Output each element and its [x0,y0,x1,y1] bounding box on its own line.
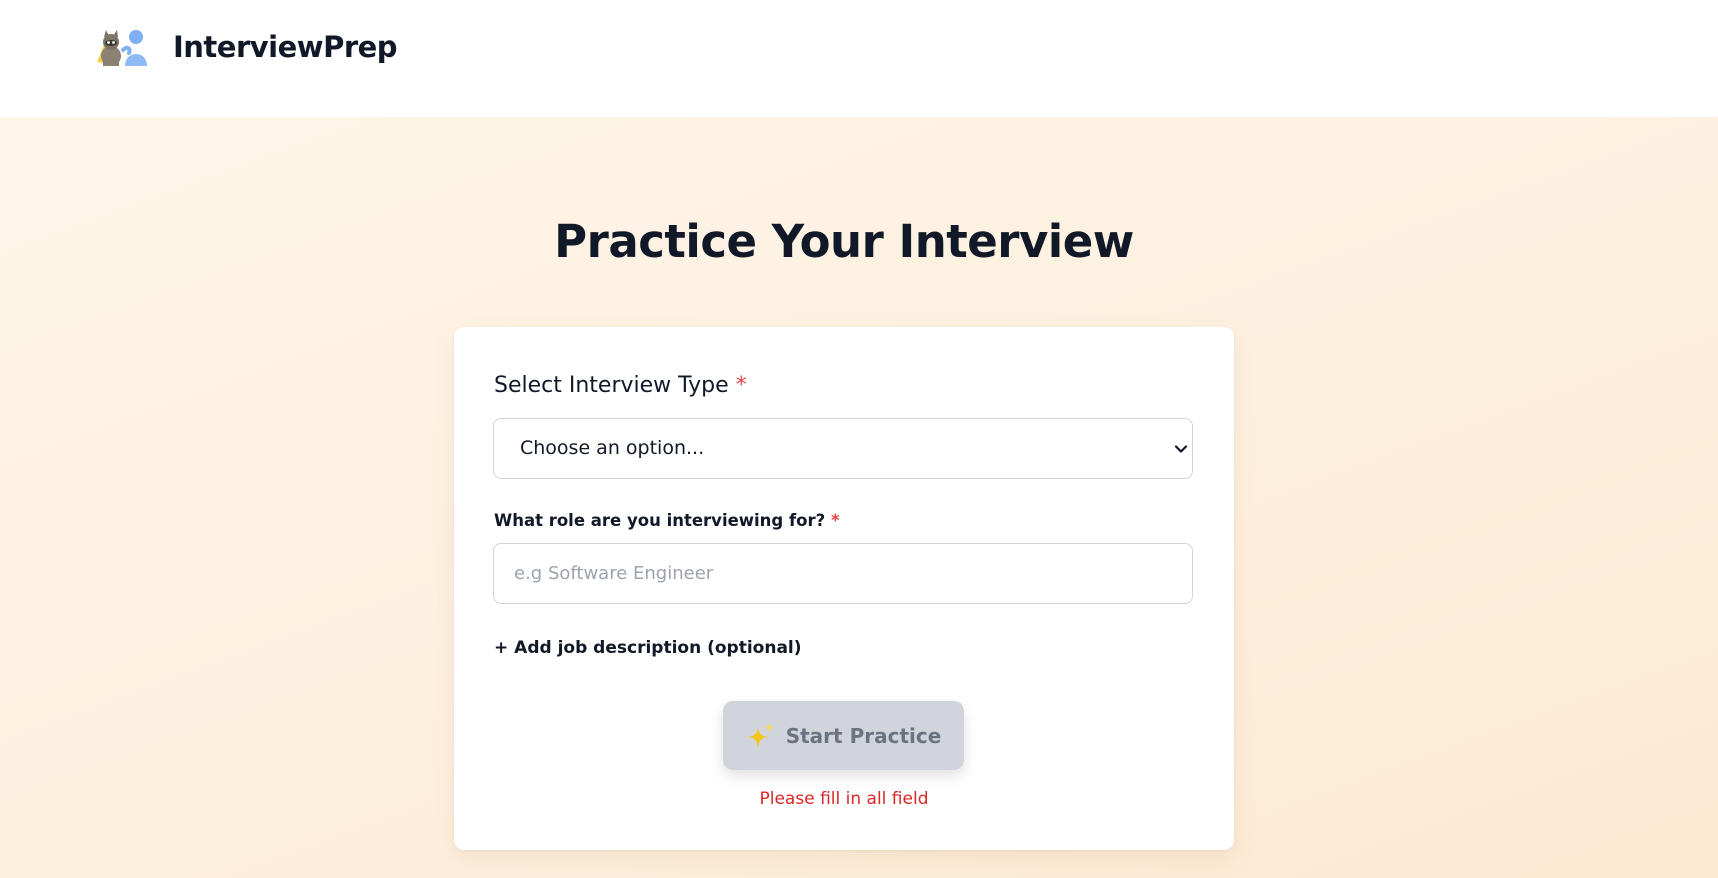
interview-type-label: Select Interview Type * [494,373,747,398]
start-practice-button[interactable]: Start Practice [723,701,964,770]
interview-type-select[interactable]: Choose an option... [493,418,1193,479]
chevron-down-icon [1174,445,1188,453]
validation-error: Please fill in all field [759,789,929,809]
role-input[interactable] [493,543,1193,604]
required-indicator: * [735,373,747,398]
interview-type-label-text: Select Interview Type [494,373,729,398]
sparkle-icon [747,722,774,748]
logo-icon[interactable] [95,28,151,66]
interview-type-selected-value: Choose an option... [520,437,705,459]
top-header: InterviewPrep [0,0,1718,117]
required-indicator: * [830,511,840,530]
start-practice-label: Start Practice [785,723,942,748]
role-label: What role are you interviewing for? * [494,511,840,530]
brand-name[interactable]: InterviewPrep [173,30,398,64]
interview-setup-card: Select Interview Type * Choose an option… [454,327,1234,850]
page-title: Practice Your Interview [554,215,1134,268]
add-job-description-link[interactable]: + Add job description (optional) [494,638,802,658]
role-label-text: What role are you interviewing for? [494,511,826,530]
